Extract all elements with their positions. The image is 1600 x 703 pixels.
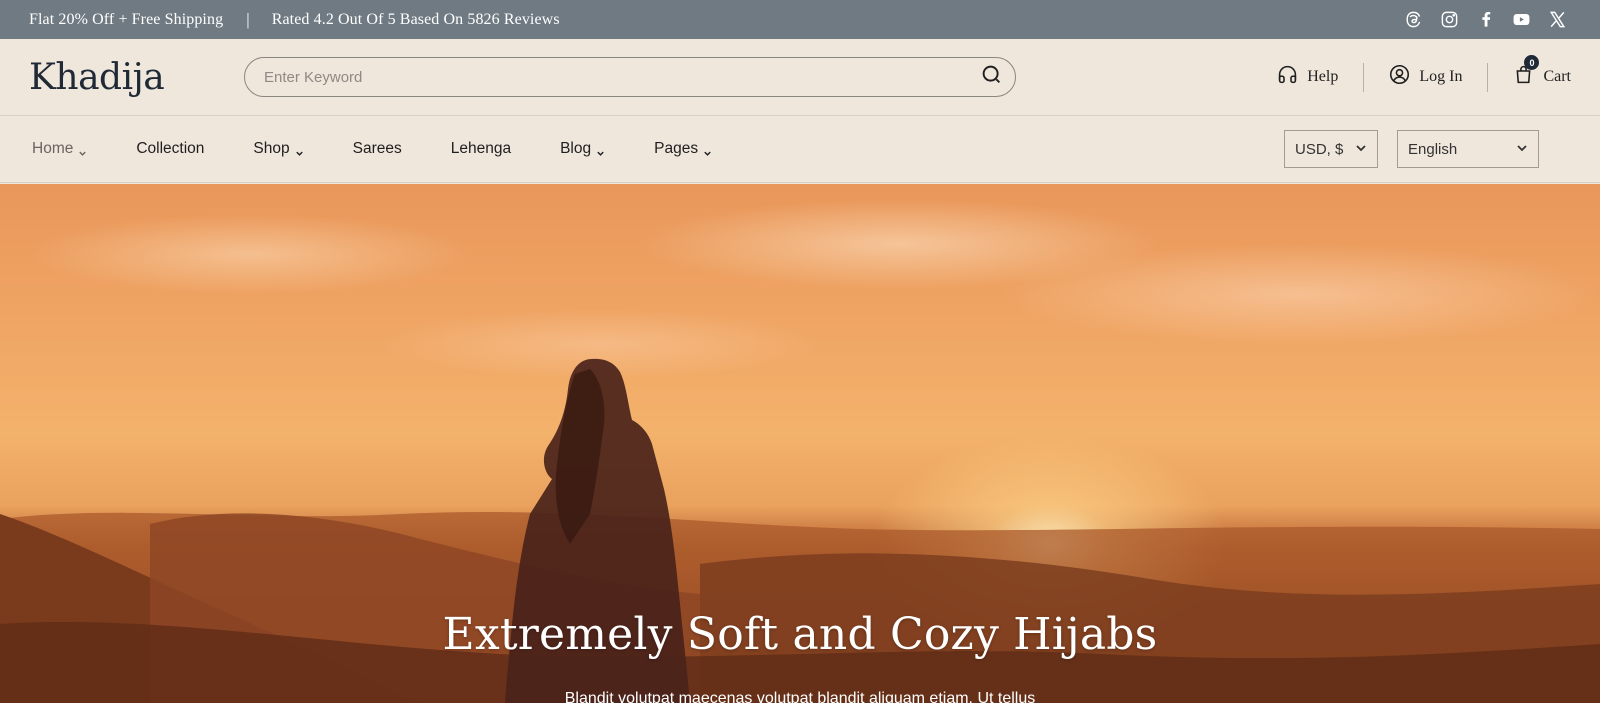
youtube-icon[interactable] [1512, 10, 1531, 29]
currency-value: USD, $ [1295, 140, 1344, 158]
chevron-down-icon [78, 145, 87, 156]
chevron-down-icon [703, 145, 712, 156]
nav-item-lehenga[interactable]: Lehenga [451, 140, 511, 158]
threads-icon[interactable] [1404, 10, 1423, 29]
language-value: English [1408, 140, 1458, 158]
locale-selectors: USD, $ English [1284, 130, 1568, 168]
announcement-bar: Flat 20% Off + Free Shipping | Rated 4.2… [0, 0, 1600, 39]
main-nav: Home Collection Shop Sarees Lehenga Blog… [0, 116, 1600, 183]
nav-label: Collection [136, 140, 205, 157]
instagram-icon[interactable] [1440, 10, 1459, 29]
promo-text: Flat 20% Off + Free Shipping [29, 10, 224, 28]
headphones-icon [1277, 64, 1298, 90]
cart-count-badge: 0 [1524, 55, 1540, 70]
logo[interactable]: Khadija [29, 57, 244, 98]
nav-item-home[interactable]: Home [32, 140, 87, 158]
nav-item-shop[interactable]: Shop [253, 140, 303, 158]
rating-text: Rated 4.2 Out Of 5 Based On 5826 Reviews [271, 10, 560, 28]
nav-item-sarees[interactable]: Sarees [353, 140, 402, 158]
login-link[interactable]: Log In [1389, 64, 1462, 90]
chevron-down-icon [1355, 141, 1367, 158]
cart-link[interactable]: 0 Cart [1513, 55, 1571, 90]
language-select[interactable]: English [1397, 130, 1539, 168]
hero-title: Extremely Soft and Cozy Hijabs [442, 609, 1158, 660]
nav-item-collection[interactable]: Collection [136, 140, 204, 158]
nav-label: Pages [654, 140, 699, 157]
cart-label: Cart [1543, 68, 1571, 85]
nav-label: Sarees [352, 140, 402, 157]
currency-select[interactable]: USD, $ [1284, 130, 1378, 168]
chevron-down-icon [596, 145, 605, 156]
nav-item-pages[interactable]: Pages [654, 140, 712, 158]
header-actions: Help Log In 0 Cart [1277, 55, 1571, 92]
nav-item-blog[interactable]: Blog [560, 140, 605, 158]
help-label: Help [1307, 68, 1339, 85]
help-link[interactable]: Help [1277, 64, 1338, 90]
search-input[interactable] [264, 68, 981, 86]
nav-label: Blog [560, 140, 592, 157]
search-bar [244, 57, 1016, 97]
facebook-icon[interactable] [1476, 10, 1495, 29]
chevron-down-icon [1516, 141, 1528, 158]
social-links [1404, 10, 1571, 29]
hero-subtitle: Blandit volutpat maecenas volutpat bland… [564, 690, 1036, 703]
hero-banner: Extremely Soft and Cozy Hijabs Blandit v… [0, 184, 1600, 703]
chevron-down-icon [295, 145, 304, 156]
nav-label: Shop [253, 140, 290, 157]
login-label: Log In [1419, 68, 1463, 85]
divider [1487, 62, 1489, 92]
site-header: Khadija Help Log In 0 Cart [0, 39, 1600, 116]
x-icon[interactable] [1548, 10, 1567, 29]
nav-label: Lehenga [450, 140, 512, 157]
user-icon [1389, 64, 1410, 90]
nav-label: Home [32, 140, 74, 157]
search-icon[interactable] [981, 64, 1002, 90]
announcement-separator: | [246, 9, 250, 29]
divider [1363, 62, 1365, 92]
